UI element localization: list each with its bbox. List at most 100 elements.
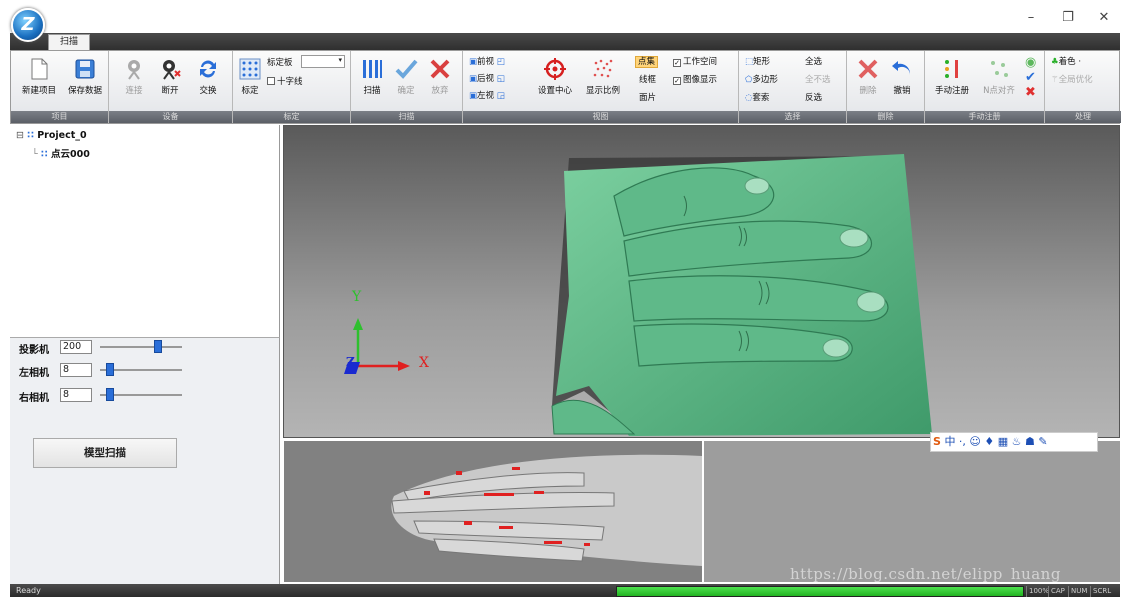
group-caption: 选择: [739, 111, 846, 123]
close-button[interactable]: ✕: [1094, 10, 1114, 25]
confirm-label: 确定: [397, 86, 415, 96]
projector-slider-track[interactable]: [100, 346, 182, 348]
calibration-board-select[interactable]: ▾: [301, 55, 345, 68]
right-camera-label: 右相机: [19, 393, 49, 404]
scan-progress-bar: [616, 586, 1024, 597]
delete-x-icon: [858, 59, 878, 79]
workspace-checkbox[interactable]: ✓ 工作空间: [673, 55, 717, 67]
left-view-button[interactable]: ▣左视 ◲: [469, 89, 505, 101]
minimize-button[interactable]: –: [1021, 10, 1041, 25]
image-display-checkbox[interactable]: ✓ 图像显示: [673, 73, 717, 85]
display-ratio-button[interactable]: 显示比例: [581, 57, 625, 96]
axis-y-label: Y: [352, 289, 362, 305]
crosshair-label: 十字线: [277, 77, 303, 87]
manual-register-label: 手动注册: [934, 86, 969, 96]
refresh-icon[interactable]: ◉: [1025, 55, 1036, 70]
restore-button[interactable]: ❐: [1058, 10, 1078, 25]
set-center-button[interactable]: 设置中心: [533, 57, 577, 96]
polygon-select-label: 多边形: [752, 75, 778, 85]
check-icon: [395, 59, 418, 79]
app-window: – ❐ ✕ Z 扫描 新建项目 保存数据 项目 连接 断开 交换 设备 标定 标…: [0, 0, 1130, 597]
undo-button[interactable]: 撤销: [887, 57, 917, 96]
crosshair-checkbox[interactable]: 十字线: [267, 75, 303, 87]
save-data-label: 保存数据: [67, 86, 102, 96]
scatter-dots-icon: [593, 59, 613, 78]
select-none-button[interactable]: 全不选: [805, 73, 831, 85]
point-cloud-render: [344, 154, 932, 436]
scan-button[interactable]: 扫描: [357, 57, 387, 96]
n-point-icon: [991, 61, 1008, 77]
right-camera-slider-thumb[interactable]: [105, 388, 114, 401]
model-scan-button[interactable]: 模型扫描: [33, 438, 177, 468]
front-view-button[interactable]: ▣前视 ◰: [469, 55, 505, 67]
rect-select-button[interactable]: ⬚矩形: [745, 55, 770, 67]
group-caption: 扫描: [351, 111, 462, 123]
global-optimize-label: 全局优化: [1058, 75, 1093, 85]
back-view-button[interactable]: ▣后视 ◱: [469, 72, 505, 84]
status-text: Ready: [16, 586, 41, 595]
global-optimize-button[interactable]: ⚚全局优化: [1051, 73, 1093, 85]
status-num: NUM: [1068, 586, 1089, 597]
display-ratio-label: 显示比例: [585, 86, 620, 96]
group-process: ♣着色 · ⚚全局优化 处理: [1045, 51, 1121, 123]
wireframe-button[interactable]: 线框: [639, 73, 656, 85]
disconnect-button[interactable]: 断开: [153, 57, 187, 96]
n-point-align-button[interactable]: N点对齐: [979, 57, 1019, 96]
projector-slider-thumb[interactable]: [154, 340, 163, 353]
axis-z-label: Z: [346, 355, 355, 369]
ime-toolbar[interactable]: S 中 ·, ☺ ♦ ▦ ♨ ☗ ✎: [930, 432, 1098, 452]
new-file-icon: [31, 58, 48, 80]
polygon-select-button[interactable]: ⬠多边形: [745, 73, 778, 85]
invert-select-button[interactable]: 反选: [805, 91, 822, 103]
rect-select-icon: ⬚: [745, 57, 754, 67]
save-disk-icon: [75, 59, 95, 79]
left-camera-slider-thumb[interactable]: [105, 363, 114, 376]
right-camera-value-input[interactable]: 8: [60, 388, 92, 402]
swap-button[interactable]: 交换: [191, 57, 225, 96]
left-camera-label: 左相机: [19, 368, 49, 379]
confirm-button[interactable]: 确定: [391, 57, 421, 96]
select-all-button[interactable]: 全选: [805, 55, 822, 67]
tree-node-project[interactable]: ⊟ ∷ Project_0: [16, 130, 87, 141]
collapse-icon[interactable]: ⊟: [16, 130, 24, 141]
group-caption: 标定: [233, 111, 350, 123]
manual-register-button[interactable]: 手动注册: [929, 57, 975, 96]
patch-button[interactable]: 面片: [639, 91, 656, 103]
ime-items: 中 ·, ☺ ♦ ▦ ♨ ☗ ✎: [944, 435, 1048, 448]
disconnect-label: 断开: [161, 86, 179, 96]
swap-arrows-icon: [200, 60, 216, 78]
title-bar: – ❐ ✕: [0, 0, 1130, 36]
cancel-x-icon[interactable]: ✖: [1025, 85, 1036, 100]
new-project-button[interactable]: 新建项目: [15, 57, 63, 96]
calibrate-button[interactable]: 标定: [235, 57, 265, 96]
connect-button[interactable]: 连接: [117, 57, 151, 96]
group-scan: 扫描 确定 放弃 扫描: [351, 51, 463, 123]
projector-label: 投影机: [19, 345, 49, 356]
point-set-button[interactable]: 点集: [635, 55, 659, 68]
save-data-button[interactable]: 保存数据: [63, 57, 107, 96]
left-camera-value-input[interactable]: 8: [60, 363, 92, 377]
check-icon[interactable]: ✔: [1025, 70, 1036, 85]
3d-viewport[interactable]: Y X Z: [283, 125, 1120, 438]
undo-label: 撤销: [893, 86, 911, 96]
project-tree: ⊟ ∷ Project_0 └ ∷ 点云000: [10, 125, 280, 337]
cube-bottom-icon: ◱: [496, 74, 505, 84]
tree-node-cloud[interactable]: └ ∷ 点云000: [32, 146, 90, 160]
crosshair-target-icon: [544, 58, 566, 80]
camera-disconnect-icon: [163, 60, 181, 80]
rect-select-label: 矩形: [753, 57, 771, 67]
chevron-down-icon: ▾: [338, 56, 342, 64]
color-button[interactable]: ♣着色 ·: [1051, 55, 1081, 67]
projector-value-input[interactable]: 200: [60, 340, 92, 354]
group-device: 连接 断开 交换 设备: [109, 51, 233, 123]
camera-image-view[interactable]: [284, 441, 702, 582]
delete-button[interactable]: 删除: [853, 57, 883, 96]
lasso-select-button[interactable]: ◌套索: [745, 91, 769, 103]
app-logo-icon[interactable]: Z: [11, 8, 45, 42]
tree-branch-icon: └: [32, 149, 38, 160]
discard-button[interactable]: 放弃: [425, 57, 455, 96]
axis-x-label: X: [419, 355, 429, 371]
tab-scan[interactable]: 扫描: [48, 34, 90, 50]
left-view-label: 左视: [477, 91, 495, 101]
new-project-label: 新建项目: [21, 86, 56, 96]
